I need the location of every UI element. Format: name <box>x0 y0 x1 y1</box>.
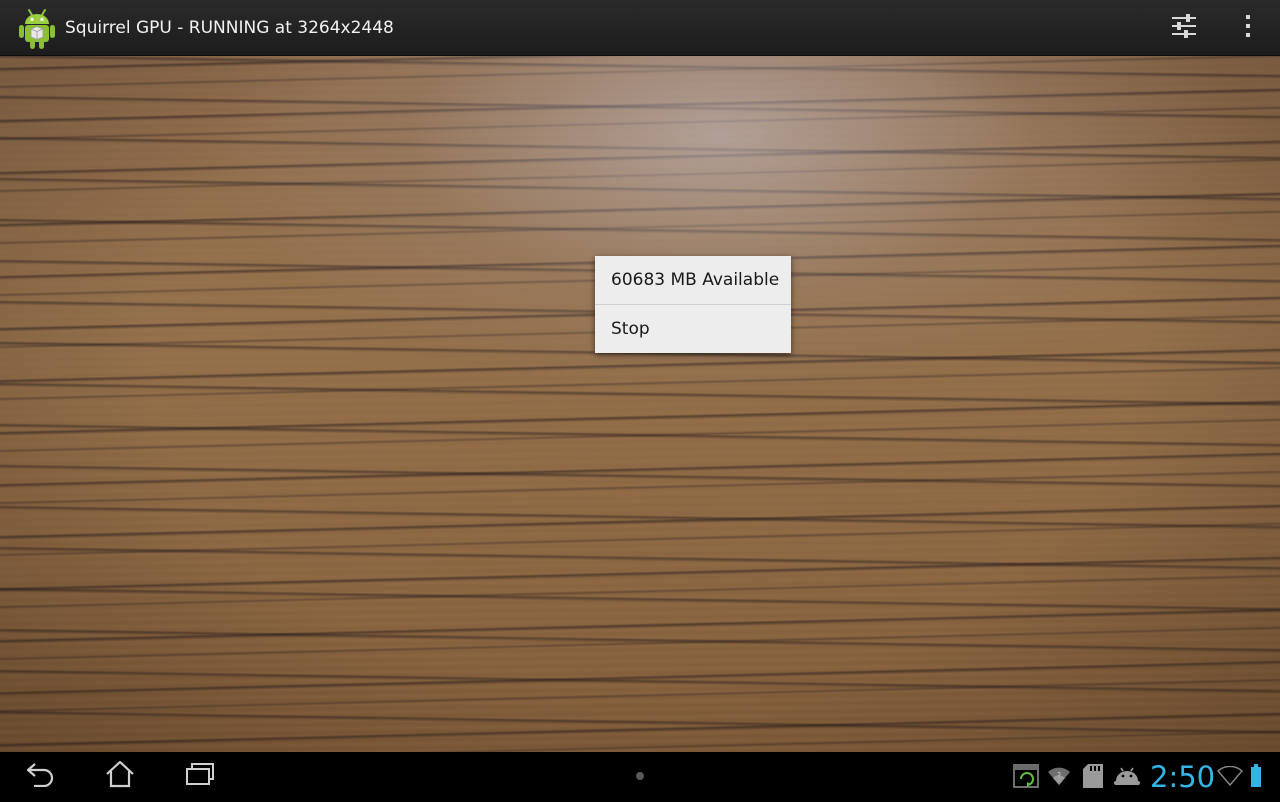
recent-apps-button[interactable] <box>172 756 228 796</box>
sliders-icon <box>1170 13 1198 43</box>
battery-icon <box>1248 762 1264 790</box>
android-debug-icon <box>1112 762 1142 790</box>
home-button[interactable] <box>92 756 148 796</box>
app-title: Squirrel GPU - RUNNING at 3264x2448 <box>65 18 394 38</box>
memory-available-item[interactable]: 60683 MB Available <box>595 256 791 304</box>
popup-menu: 60683 MB Available Stop <box>595 256 791 353</box>
status-clock[interactable]: 2:50 <box>1150 752 1215 800</box>
overflow-menu-button[interactable] <box>1228 8 1268 48</box>
home-icon <box>105 760 135 792</box>
camera-preview[interactable] <box>0 56 1280 752</box>
overflow-menu-icon <box>1244 14 1252 42</box>
screenshot-icon[interactable] <box>1012 762 1040 790</box>
wifi-icon <box>1216 762 1244 790</box>
recent-apps-icon <box>185 762 215 790</box>
wifi-signal-icon: ? <box>1046 762 1072 790</box>
page-indicator-dot <box>636 772 644 780</box>
sd-card-icon <box>1080 762 1106 790</box>
stop-item[interactable]: Stop <box>595 305 791 353</box>
svg-text:?: ? <box>1057 771 1061 780</box>
preview-shading <box>0 56 1280 752</box>
action-bar: Squirrel GPU - RUNNING at 3264x2448 <box>0 0 1280 56</box>
settings-button[interactable] <box>1164 8 1204 48</box>
back-icon <box>25 761 55 791</box>
back-button[interactable] <box>12 756 68 796</box>
android-robot-icon[interactable] <box>18 6 56 50</box>
